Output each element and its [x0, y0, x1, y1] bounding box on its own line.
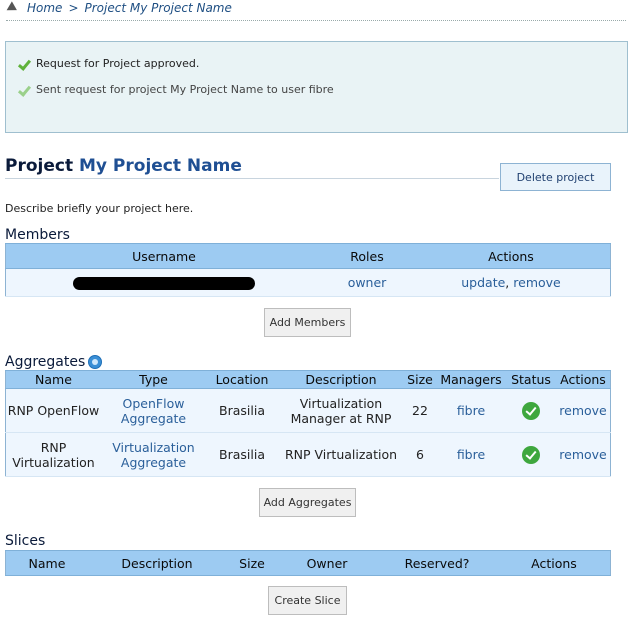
breadcrumb-home-link[interactable]: Home	[27, 1, 62, 15]
help-icon[interactable]	[88, 355, 103, 369]
check-icon	[18, 85, 28, 95]
aggregate-description: Virtualization Manager at RNP	[278, 388, 404, 433]
column-header: Name	[5, 550, 88, 576]
role-cell: owner	[322, 268, 412, 297]
column-header: Roles	[322, 243, 412, 269]
aggregate-size: 6	[404, 432, 436, 477]
members-table: Username Roles Actions owner update, rem…	[5, 243, 611, 297]
aggregate-location: Brasilia	[206, 388, 278, 433]
aggregate-location: Brasilia	[206, 432, 278, 477]
aggregate-status	[506, 388, 556, 433]
column-header: Size	[226, 550, 278, 576]
column-header: Actions	[498, 550, 611, 576]
message-item: Sent request for project My Project Name…	[18, 83, 334, 96]
message-text: Request for Project approved.	[36, 57, 200, 70]
aggregate-description: RNP Virtualization	[278, 432, 404, 477]
column-header: Name	[5, 370, 101, 389]
actions-cell: update, remove	[412, 268, 611, 297]
aggregates-table: Name Type Location Description Size Mana…	[5, 370, 611, 477]
remove-member-link[interactable]: remove	[513, 275, 560, 290]
check-icon	[18, 59, 28, 69]
aggregate-size: 22	[404, 388, 436, 433]
remove-aggregate-link[interactable]: remove	[556, 432, 611, 477]
breadcrumb-divider	[6, 20, 626, 21]
action-separator: ,	[505, 275, 510, 290]
column-header: Actions	[412, 243, 611, 269]
breadcrumb-current[interactable]: Project My Project Name	[85, 1, 232, 15]
remove-aggregate-link[interactable]: remove	[556, 388, 611, 433]
breadcrumb-separator: >	[68, 1, 79, 15]
aggregate-name: RNP OpenFlow	[5, 388, 101, 433]
members-heading: Members	[5, 227, 70, 243]
page-title: Project My Project Name	[5, 156, 242, 176]
table-row: owner update, remove	[5, 268, 611, 297]
column-header: Managers	[436, 370, 506, 389]
redacted-username	[73, 277, 255, 290]
column-header: Owner	[278, 550, 376, 576]
message-text: Sent request for project My Project Name…	[36, 83, 334, 96]
delete-project-button[interactable]: Delete project	[500, 163, 611, 191]
messages-box: Request for Project approved. Sent reque…	[5, 41, 628, 133]
aggregate-managers-link[interactable]: fibre	[436, 388, 506, 433]
column-header: Actions	[556, 370, 611, 389]
column-header: Reserved?	[376, 550, 498, 576]
aggregate-type-link[interactable]: OpenFlow Aggregate	[101, 388, 206, 433]
page-title-prefix: Project	[5, 156, 74, 176]
project-name: My Project Name	[79, 156, 242, 176]
aggregate-name: RNP Virtualization	[5, 432, 101, 477]
table-row: RNP Virtualization Virtualization Aggreg…	[5, 432, 611, 477]
slices-table: Name Description Size Owner Reserved? Ac…	[5, 550, 611, 576]
status-ok-icon	[522, 401, 540, 420]
status-ok-icon	[522, 445, 540, 464]
slices-heading: Slices	[5, 533, 46, 549]
column-header: Location	[206, 370, 278, 389]
update-member-link[interactable]: update	[461, 275, 505, 290]
aggregate-status	[506, 432, 556, 477]
title-divider	[5, 178, 499, 179]
message-item: Request for Project approved.	[18, 57, 199, 70]
table-row: RNP OpenFlow OpenFlow Aggregate Brasilia…	[5, 388, 611, 433]
location-arrow-icon	[4, 1, 17, 15]
column-header: Description	[88, 550, 226, 576]
add-members-button[interactable]: Add Members	[264, 308, 351, 337]
aggregates-heading-text: Aggregates	[5, 354, 86, 370]
aggregate-type-link[interactable]: Virtualization Aggregate	[101, 432, 206, 477]
breadcrumb: Home > Project My Project Name	[4, 1, 232, 15]
column-header: Status	[506, 370, 556, 389]
column-header: Username	[5, 243, 322, 269]
column-header: Type	[101, 370, 206, 389]
project-description: Describe briefly your project here.	[5, 202, 194, 215]
username-cell	[5, 268, 322, 297]
add-aggregates-button[interactable]: Add Aggregates	[259, 488, 356, 517]
aggregate-managers-link[interactable]: fibre	[436, 432, 506, 477]
aggregates-heading: Aggregates	[5, 354, 103, 370]
column-header: Size	[404, 370, 436, 389]
column-header: Description	[278, 370, 404, 389]
create-slice-button[interactable]: Create Slice	[268, 586, 347, 615]
